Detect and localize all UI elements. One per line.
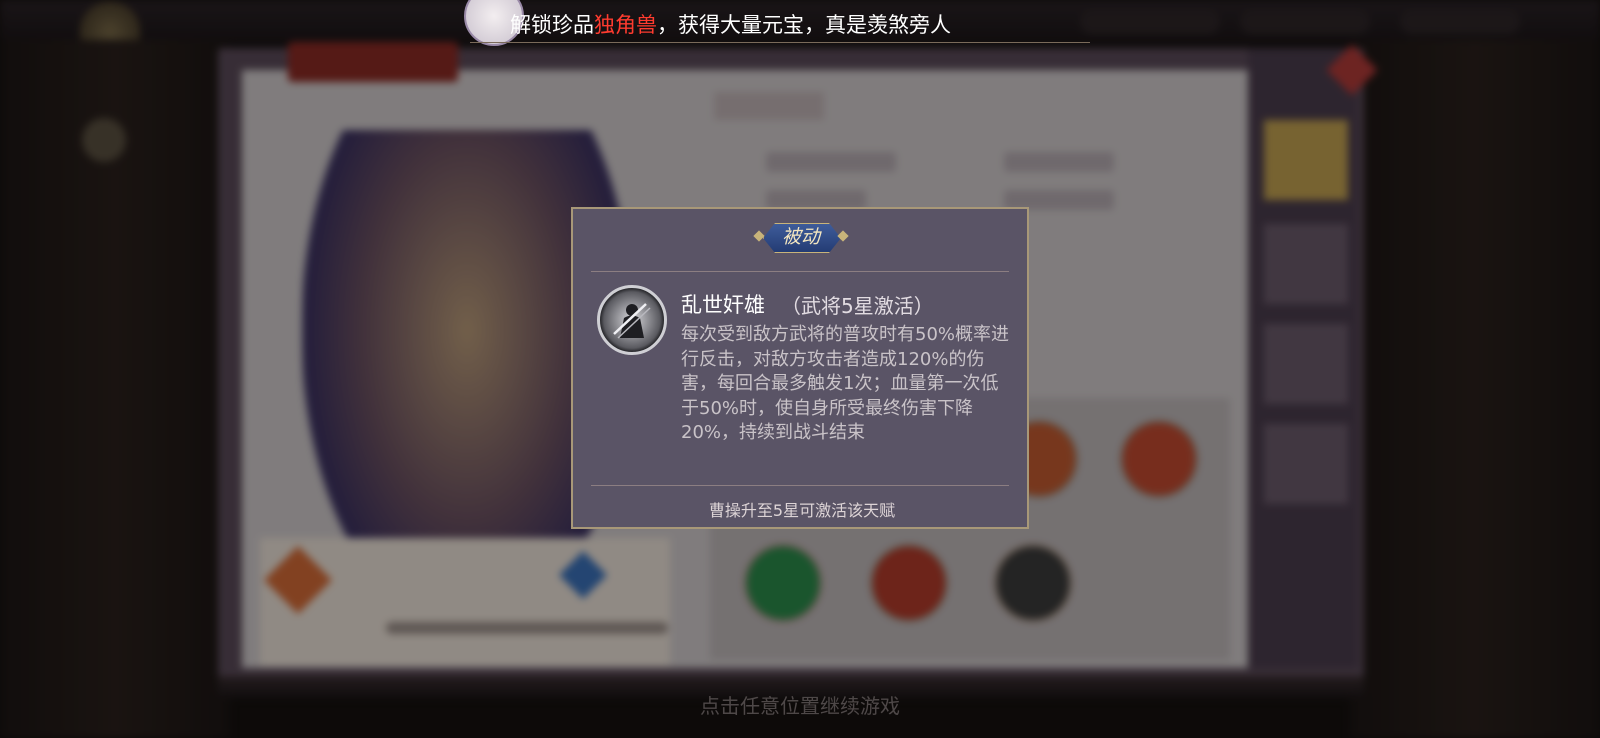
popup-divider xyxy=(591,271,1009,272)
skill-name: 乱世奸雄 xyxy=(681,293,765,317)
skill-tooltip: 被动 乱世奸雄 （武将5星激活） 每次受到敌方武将的普攻时有50%概率进行反击，… xyxy=(571,207,1029,529)
badge-label: 被动 xyxy=(781,226,820,248)
warrior-silhouette-icon xyxy=(597,285,667,355)
broadcast-marquee: 解锁珍品独角兽，获得大量元宝，真是羡煞旁人 xyxy=(510,9,951,39)
marquee-highlight: 独角兽 xyxy=(594,13,657,37)
popup-divider xyxy=(591,485,1009,486)
passive-badge: 被动 xyxy=(753,223,849,251)
marquee-divider xyxy=(470,42,1090,43)
skill-condition: （武将5星激活） xyxy=(781,294,934,318)
marquee-suffix: ，获得大量元宝，真是羡煞旁人 xyxy=(657,13,951,37)
activation-hint: 曹操升至5星可激活该天赋 xyxy=(708,501,896,520)
skill-description: 每次受到敌方武将的普攻时有50%概率进行反击，对敌方攻击者造成120%的伤害，每… xyxy=(681,324,1010,443)
continue-hint[interactable]: 点击任意位置继续游戏 xyxy=(0,690,1600,719)
marquee-prefix: 解锁珍品 xyxy=(510,13,594,37)
